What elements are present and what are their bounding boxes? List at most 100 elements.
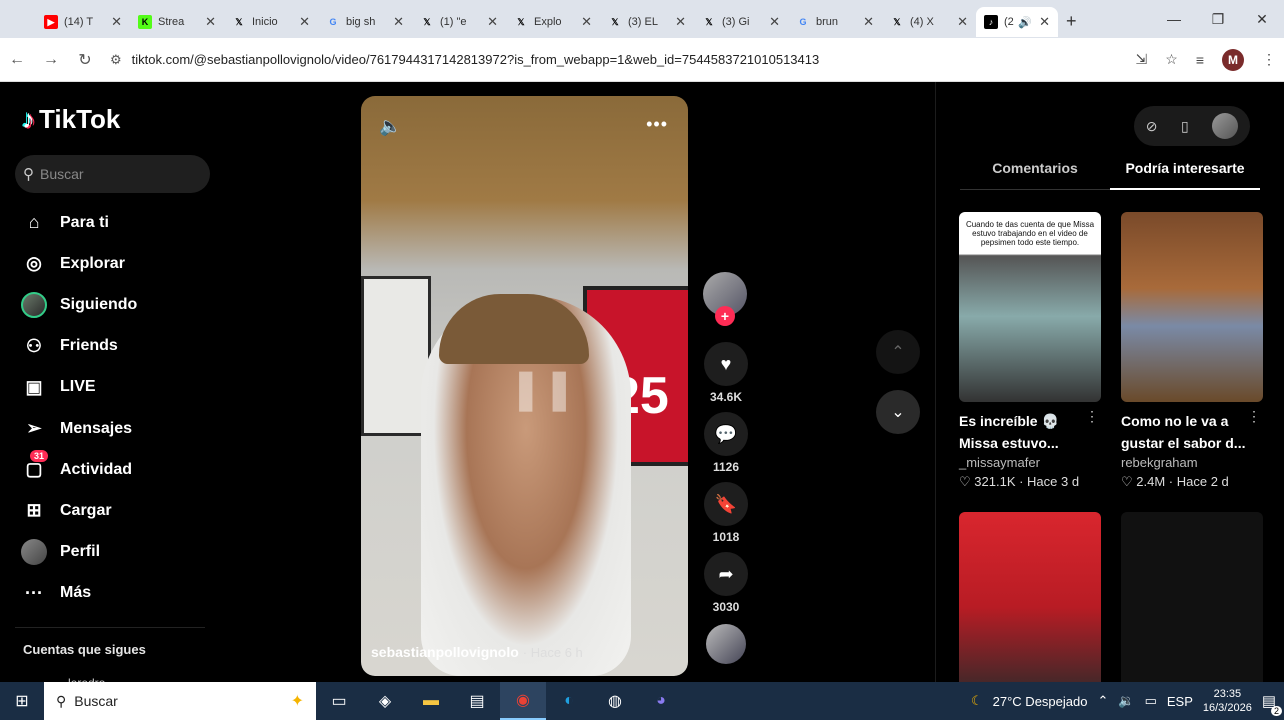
recommended-card[interactable]: Cuando te das cuenta de que Missa estuvo… bbox=[959, 212, 1101, 490]
app-icon[interactable]: ▤ bbox=[454, 682, 500, 720]
sidebar-item-cargar[interactable]: ⊞ Cargar bbox=[20, 490, 137, 531]
install-app-icon[interactable]: ⇲ bbox=[1136, 51, 1148, 68]
video-author[interactable]: sebastianpollovignolo · Hace 6 h bbox=[371, 644, 583, 660]
maximize-button[interactable]: ❐ bbox=[1196, 11, 1240, 28]
card-more-icon[interactable]: ⋮ bbox=[1085, 408, 1099, 425]
device-icon[interactable]: ▯ bbox=[1181, 118, 1189, 135]
card-thumbnail[interactable] bbox=[1121, 212, 1263, 402]
video-player[interactable]: 25 🔈 ••• ❚❚ sebastianpollovignolo · Hace … bbox=[361, 96, 688, 676]
tab-comentarios[interactable]: Comentarios bbox=[960, 160, 1110, 190]
lang-indicator[interactable]: ESP bbox=[1167, 694, 1193, 709]
volume-icon[interactable]: 🔈 bbox=[379, 116, 401, 137]
network-icon[interactable]: ▭ bbox=[1145, 693, 1157, 709]
task-view-icon[interactable]: ▭ bbox=[316, 682, 362, 720]
comment-action[interactable]: 💬 1126 bbox=[703, 412, 749, 474]
creator-avatar[interactable]: + bbox=[703, 272, 747, 326]
close-tab-icon[interactable]: ✕ bbox=[487, 14, 498, 30]
comment-icon[interactable]: 💬 bbox=[704, 412, 748, 456]
close-tab-icon[interactable]: ✕ bbox=[769, 14, 780, 30]
minimize-button[interactable]: — bbox=[1152, 11, 1196, 27]
recommended-card[interactable] bbox=[959, 512, 1101, 682]
bookmark-star-icon[interactable]: ☆ bbox=[1165, 51, 1178, 68]
card-more-icon[interactable]: ⋮ bbox=[1247, 408, 1261, 425]
close-tab-icon[interactable]: ✕ bbox=[299, 14, 310, 30]
sound-avatar[interactable] bbox=[706, 624, 746, 664]
close-window-button[interactable]: ✕ bbox=[1240, 11, 1284, 28]
browser-tab[interactable]: Gbrun ✕ bbox=[788, 7, 882, 37]
tray-chevron-icon[interactable]: ⌃ bbox=[1097, 693, 1108, 709]
sidebar-item-live[interactable]: ▣ LIVE bbox=[20, 367, 137, 408]
close-tab-icon[interactable]: ✕ bbox=[111, 14, 122, 30]
browser-tab[interactable]: 𝕏 Inicio ✕ bbox=[224, 7, 318, 37]
recorder-icon[interactable]: ◍ bbox=[592, 682, 638, 720]
bookmark-icon[interactable]: 🔖 bbox=[704, 482, 748, 526]
forward-button[interactable]: → bbox=[34, 51, 68, 69]
sidebar-item-siguiendo[interactable]: Siguiendo bbox=[20, 284, 137, 325]
browser-tab-active[interactable]: ♪ (2 🔊 ✕ bbox=[976, 7, 1058, 37]
recommended-card[interactable]: ⋮ Como no le va a gustar el sabor d... r… bbox=[1121, 212, 1263, 490]
card-title[interactable]: Es increíble 💀 Missa estuvo... bbox=[959, 410, 1101, 454]
close-tab-icon[interactable]: ✕ bbox=[581, 14, 592, 30]
browser-tab[interactable]: 𝕏 (3) Gi ✕ bbox=[694, 7, 788, 37]
browser-tab[interactable]: ▶ (14) T ✕ bbox=[36, 7, 130, 37]
speaker-icon[interactable]: 🔊 bbox=[1018, 16, 1032, 29]
taskbar-search[interactable]: ⚲ Buscar ✦ bbox=[44, 682, 316, 720]
share-action[interactable]: ➦ 3030 bbox=[703, 552, 749, 614]
heart-icon[interactable]: ♥ bbox=[704, 342, 748, 386]
browser-tab[interactable]: 𝕏 (4) X ✕ bbox=[882, 7, 976, 37]
notification-icon[interactable]: ▤ 2 bbox=[1262, 692, 1282, 716]
close-tab-icon[interactable]: ✕ bbox=[675, 14, 686, 30]
profile-avatar[interactable]: M bbox=[1222, 48, 1244, 71]
new-tab-button[interactable]: + bbox=[1066, 11, 1077, 32]
sidebar-item-mensajes[interactable]: ➢ Mensajes bbox=[20, 408, 137, 449]
url-field[interactable]: ⚙ tiktok.com/@sebastianpollovignolo/vide… bbox=[110, 43, 1160, 76]
copilot-icon[interactable]: ◈ bbox=[362, 682, 408, 720]
chrome-icon[interactable]: ◉ bbox=[500, 682, 546, 720]
close-tab-icon[interactable]: ✕ bbox=[205, 14, 216, 30]
speaker-tray-icon[interactable]: 🔉 bbox=[1118, 693, 1134, 709]
file-explorer-icon[interactable]: ▬ bbox=[408, 682, 454, 720]
card-user[interactable]: _missaymafer bbox=[959, 455, 1101, 470]
share-icon[interactable]: ➦ bbox=[704, 552, 748, 596]
card-user[interactable]: rebekgraham bbox=[1121, 455, 1263, 470]
start-button[interactable]: ⊞ bbox=[0, 691, 44, 711]
pause-icon[interactable]: ❚❚ bbox=[509, 366, 576, 412]
close-tab-icon[interactable]: ✕ bbox=[393, 14, 404, 30]
card-thumbnail[interactable]: Cuando te das cuenta de que Missa estuvo… bbox=[959, 212, 1101, 402]
follow-plus-icon[interactable]: + bbox=[715, 306, 735, 326]
previous-video-button[interactable]: ⌃ bbox=[876, 330, 920, 374]
recommended-card[interactable] bbox=[1121, 512, 1263, 682]
back-button[interactable]: ← bbox=[0, 51, 34, 69]
sidebar-item-actividad[interactable]: ▢ 31 Actividad bbox=[20, 449, 137, 490]
menu-icon[interactable]: ⋮ bbox=[1262, 51, 1276, 68]
browser-tab[interactable]: 𝕏 (3) EL ✕ bbox=[600, 7, 694, 37]
sidebar-item-mas[interactable]: ··· Más bbox=[20, 573, 137, 614]
browser-tab[interactable]: 𝕏 Explo ✕ bbox=[506, 7, 600, 37]
discord-icon[interactable]: ◕ bbox=[638, 682, 684, 720]
card-title[interactable]: Como no le va a gustar el sabor d... bbox=[1121, 410, 1263, 454]
site-info-icon[interactable]: ⚙ bbox=[110, 52, 122, 68]
tiktok-logo[interactable]: ♪ TikTok bbox=[22, 104, 120, 135]
user-avatar[interactable] bbox=[1212, 113, 1239, 139]
search-input[interactable]: ⚲ Buscar bbox=[15, 155, 210, 193]
media-control-icon[interactable]: ≡ bbox=[1196, 52, 1204, 68]
edge-icon[interactable]: ◐ bbox=[546, 682, 592, 720]
clock[interactable]: 23:35 16/3/2026 bbox=[1203, 687, 1252, 715]
sidebar-item-perfil[interactable]: Perfil bbox=[20, 532, 137, 573]
close-tab-icon[interactable]: ✕ bbox=[957, 14, 968, 30]
close-tab-icon[interactable]: ✕ bbox=[863, 14, 874, 30]
browser-tab[interactable]: Gbig sh ✕ bbox=[318, 7, 412, 37]
weather-text[interactable]: 27°C Despejado bbox=[993, 694, 1088, 709]
close-tab-icon[interactable]: ✕ bbox=[1039, 14, 1050, 30]
reload-button[interactable]: ↻ bbox=[68, 50, 102, 70]
card-thumbnail[interactable] bbox=[959, 512, 1101, 682]
card-thumbnail-loading[interactable] bbox=[1121, 512, 1263, 682]
sidebar-item-explorar[interactable]: ◎ Explorar bbox=[20, 243, 137, 284]
tab-podria-interesarte[interactable]: Podría interesarte bbox=[1110, 160, 1260, 190]
next-video-button[interactable]: ⌄ bbox=[876, 390, 920, 434]
like-action[interactable]: ♥ 34.6K bbox=[703, 342, 749, 404]
coin-icon[interactable]: ⊘ bbox=[1146, 118, 1158, 135]
save-action[interactable]: 🔖 1018 bbox=[703, 482, 749, 544]
more-options-icon[interactable]: ••• bbox=[646, 114, 668, 135]
sidebar-item-para-ti[interactable]: ⌂ Para ti bbox=[20, 202, 137, 243]
